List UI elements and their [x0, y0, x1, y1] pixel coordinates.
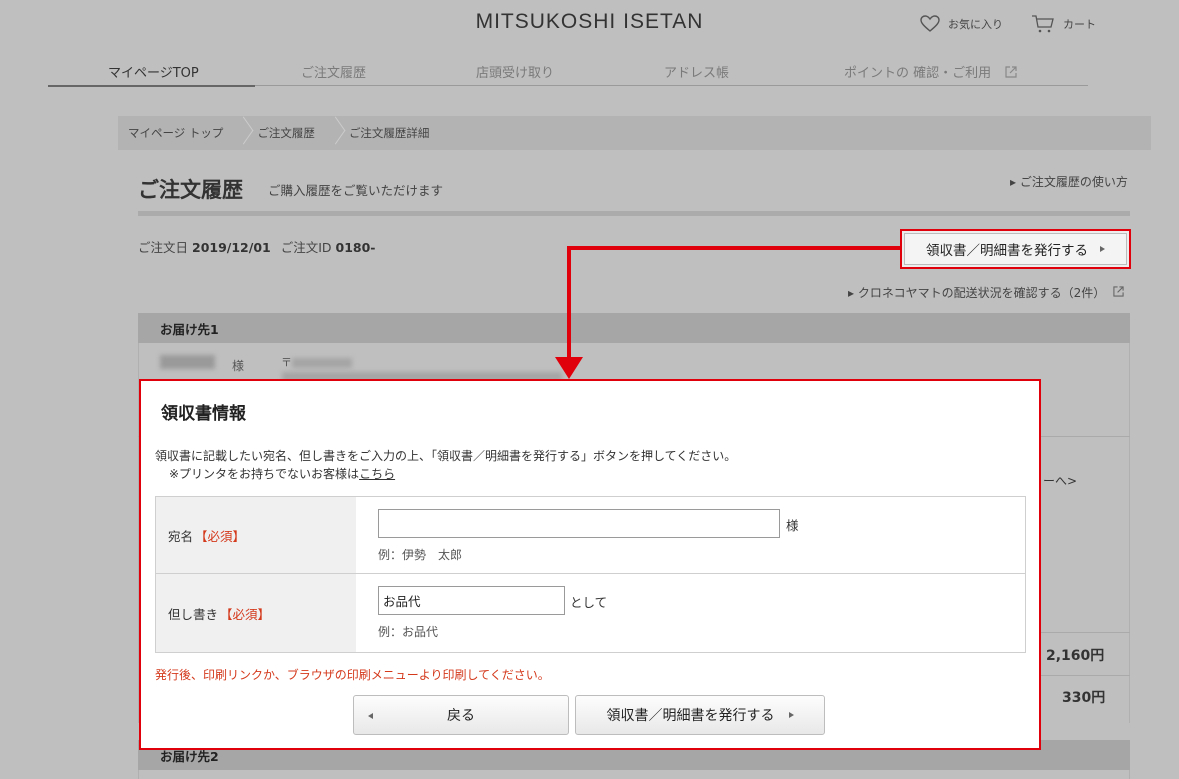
tab-store-pickup[interactable]: 店頭受け取り	[476, 62, 554, 81]
header-actions: お気に入り カート	[920, 14, 1116, 34]
addressee-label-cell: 宛名 【必須】	[156, 497, 356, 573]
receipt-issue-button-highlighted[interactable]: 領収書／明細書を発行する	[900, 229, 1131, 269]
blurred-postal-code	[292, 358, 352, 368]
yamato-tracking-label: ▸ クロネコヤマトの配送状況を確認する（2件）	[848, 286, 1106, 300]
amount-2: 330円	[1062, 690, 1106, 706]
page-title: ご注文履歴	[138, 178, 243, 202]
active-tab-underline	[48, 85, 255, 87]
row-divider	[1040, 675, 1130, 676]
amount-1: 2,160円	[1046, 648, 1105, 664]
title-rule	[138, 211, 1130, 216]
triangle-left-icon	[368, 713, 373, 719]
external-link-icon	[1005, 66, 1017, 78]
delivery1-header: お届け先1	[138, 313, 1130, 343]
annotation-arrow-vertical	[567, 246, 571, 359]
page-subtitle: ご購入履歴をご覧いただけます	[268, 183, 444, 198]
annotation-arrow-head	[555, 357, 583, 379]
howto-link[interactable]: ▸ ご注文履歴の使い方	[1010, 173, 1128, 190]
issue-receipt-button-label: 領収書／明細書を発行する	[606, 708, 775, 724]
proviso-suffix: として	[570, 595, 608, 610]
addressee-suffix: 様	[786, 518, 799, 533]
triangle-right-icon	[788, 712, 794, 718]
order-info: ご注文日 2019/12/01 ご注文ID 0180-	[138, 237, 375, 256]
receipt-issue-button-label: 領収書／明細書を発行する	[926, 243, 1088, 259]
modal-desc-line2: ※プリンタをお持ちでないお客様はこちら	[155, 465, 736, 483]
proviso-example: 例：お品代	[378, 625, 439, 639]
print-note: 発行後、印刷リンクか、ブラウザの印刷メニューより印刷してください。	[155, 668, 550, 682]
order-date-label: ご注文日	[138, 240, 189, 255]
row-divider	[1040, 632, 1130, 633]
external-link-icon	[1113, 286, 1124, 297]
receipt-issue-button-inner: 領収書／明細書を発行する	[904, 233, 1127, 265]
breadcrumb: マイページ トップ ご注文履歴 ご注文履歴詳細	[118, 116, 1151, 150]
receipt-info-modal: 領収書情報 領収書に記載したい宛名、但し書きをご入力の上、「領収書／明細書を発行…	[139, 379, 1041, 750]
addressee-input[interactable]	[378, 509, 780, 538]
back-button-label: 戻る	[447, 708, 475, 724]
no-printer-link[interactable]: こちら	[359, 467, 395, 481]
background-link-fragment: ーへ>	[1043, 474, 1078, 488]
name-honorific: 様	[232, 359, 245, 373]
tab-address-book[interactable]: アドレス帳	[664, 62, 729, 81]
order-id-label: ご注文ID	[280, 240, 332, 255]
addressee-example: 例：伊勢 太郎	[378, 548, 463, 562]
proviso-row: 但し書き【必須】 として 例：お品代	[156, 574, 1025, 652]
cart-icon	[1032, 15, 1054, 33]
tab-points[interactable]: ポイントの 確認・ご利用	[844, 62, 1017, 81]
proviso-input[interactable]	[378, 586, 565, 615]
required-tag: 【必須】	[195, 528, 246, 544]
annotation-arrow-horizontal	[567, 246, 902, 250]
delivery2-body	[138, 770, 1130, 779]
heart-icon	[920, 15, 940, 32]
receipt-form: 宛名【必須】 様 例：伊勢 太郎 但し書き【必須】 として 例：お品代	[155, 496, 1026, 653]
favorites-label: お気に入り	[948, 18, 1003, 31]
cart-link[interactable]: カート	[1031, 14, 1096, 34]
tab-mypage-top[interactable]: マイページTOP	[108, 62, 199, 81]
triangle-right-icon	[1100, 246, 1105, 252]
mypage-nav: マイページTOP ご注文履歴 店頭受け取り アドレス帳 ポイントの 確認・ご利用	[48, 62, 1088, 87]
yamato-tracking-link[interactable]: ▸ クロネコヤマトの配送状況を確認する（2件）	[848, 284, 1124, 301]
addressee-row: 宛名 【必須】 様 例：伊勢 太郎	[156, 497, 1025, 574]
breadcrumb-separator	[233, 116, 247, 150]
proviso-label-cell: 但し書き 【必須】	[156, 574, 356, 652]
back-button[interactable]: 戻る	[353, 695, 569, 735]
tab-order-history[interactable]: ご注文履歴	[301, 62, 366, 81]
breadcrumb-order-history[interactable]: ご注文履歴	[257, 125, 315, 141]
required-tag: 【必須】	[220, 606, 271, 622]
breadcrumb-order-detail: ご注文履歴詳細	[348, 126, 430, 140]
proviso-label: 但し書き	[168, 606, 219, 622]
tab-points-label: ポイントの 確認・ご利用	[844, 66, 992, 81]
breadcrumb-mypage-top[interactable]: マイページ トップ	[128, 125, 223, 141]
modal-description: 領収書に記載したい宛名、但し書きをご入力の上、「領収書／明細書を発行する」ボタン…	[155, 447, 736, 483]
modal-desc-line2-prefix: ※プリンタをお持ちでないお客様は	[169, 467, 360, 481]
addressee-value-cell: 様 例：伊勢 太郎	[356, 497, 1025, 573]
issue-receipt-button[interactable]: 領収書／明細書を発行する	[575, 695, 825, 735]
order-id: 0180-	[335, 240, 376, 255]
favorites-link[interactable]: お気に入り	[920, 15, 1003, 33]
proviso-value-cell: として 例：お品代	[356, 574, 1025, 652]
cart-label: カート	[1063, 18, 1096, 31]
breadcrumb-separator	[325, 116, 339, 150]
addressee-label: 宛名	[168, 528, 194, 544]
blurred-name	[160, 355, 215, 369]
modal-title: 領収書情報	[161, 404, 246, 424]
postal-mark: 〒	[281, 356, 292, 369]
modal-desc-line1: 領収書に記載したい宛名、但し書きをご入力の上、「領収書／明細書を発行する」ボタン…	[155, 449, 737, 463]
order-date: 2019/12/01	[192, 240, 271, 255]
